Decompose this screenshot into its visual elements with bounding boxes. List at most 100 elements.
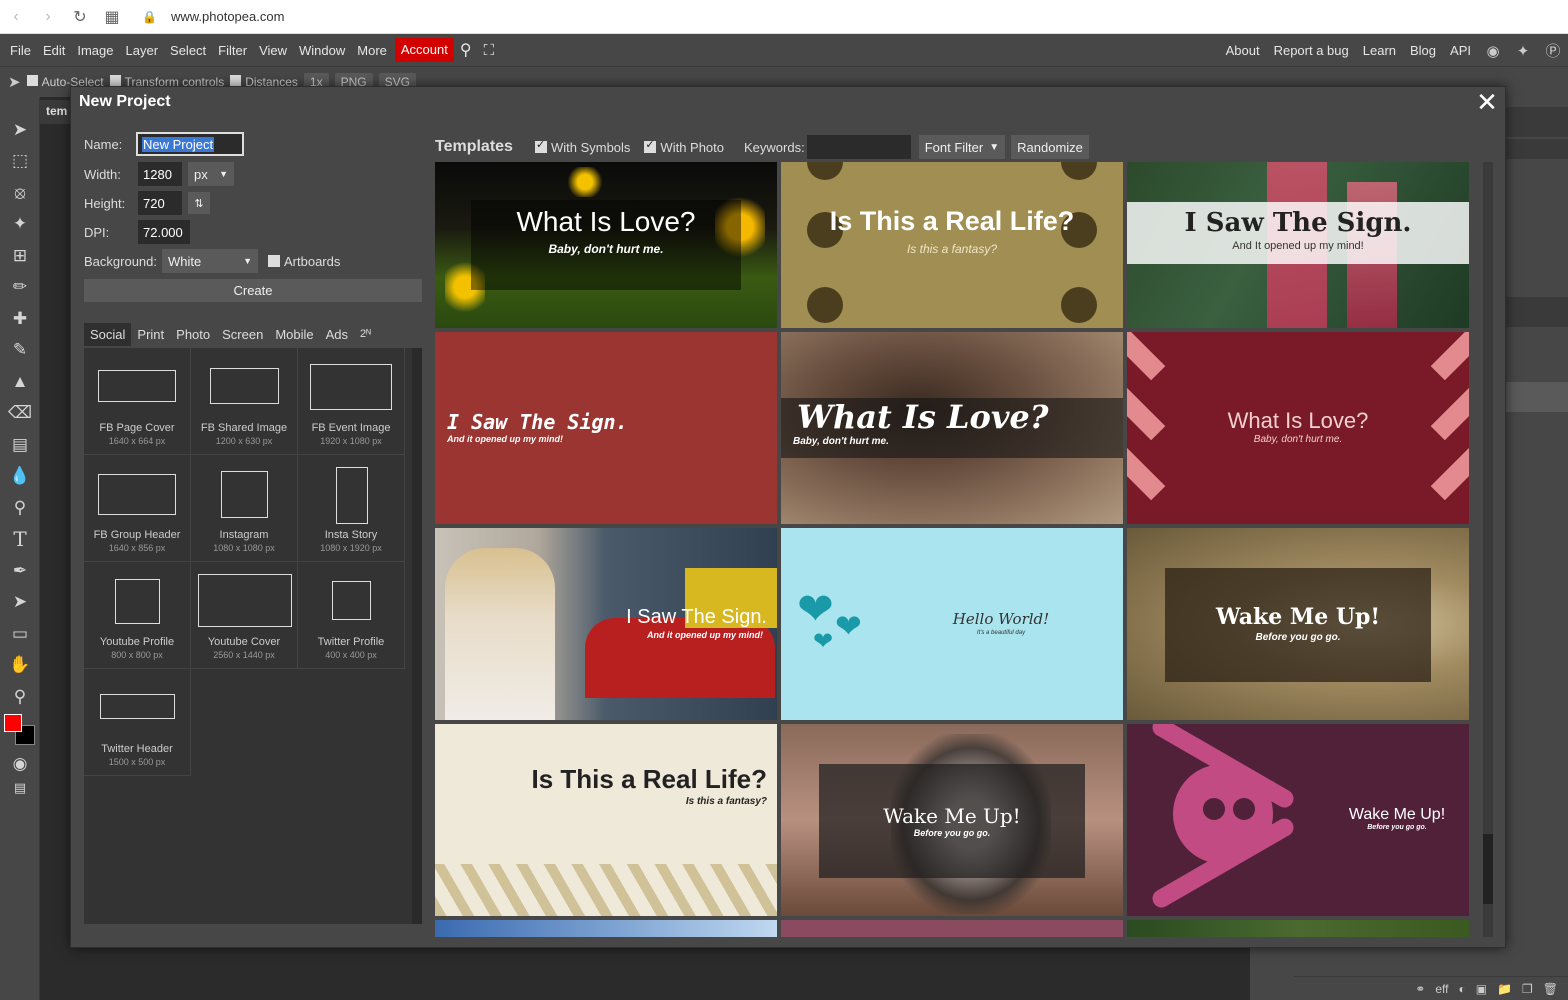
path-select-icon[interactable]: ➤ [0,587,40,619]
preset-insta-story[interactable]: Insta Story 1080 x 1920 px [298,455,405,562]
template-card[interactable] [435,920,777,937]
menu-file[interactable]: File [4,34,37,67]
menu-more[interactable]: More [351,34,393,67]
template-card[interactable]: Is This a Real Life? Is this a fantasy? [781,162,1123,328]
menu-learn[interactable]: Learn [1356,34,1403,67]
preset-fb-event-image[interactable]: FB Event Image 1920 x 1080 px [298,348,405,455]
scrollbar-thumb[interactable] [1483,834,1493,904]
marquee-tool-icon[interactable]: ⬚ [0,146,40,178]
new-layer-icon[interactable]: ❐ [1522,982,1533,996]
templates-scrollbar[interactable] [1483,162,1493,937]
create-button[interactable]: Create [84,279,422,302]
screen-mode-icon[interactable]: ▤ [0,772,40,804]
preset-scrollbar[interactable] [412,348,422,924]
randomize-button[interactable]: Randomize [1011,135,1089,159]
preset-fb-group-header[interactable]: FB Group Header 1640 x 856 px [84,455,191,562]
template-card[interactable]: Is This a Real Life? Is this a fantasy? [435,724,777,916]
tab-print[interactable]: Print [131,323,170,346]
reload-icon[interactable]: ↻ [64,0,96,34]
eraser-tool-icon[interactable]: ⌫ [0,398,40,430]
crop-tool-icon[interactable]: ⊞ [0,240,40,272]
template-card[interactable]: I Saw The Sign. And it opened up my mind… [435,528,777,720]
pen-tool-icon[interactable]: ✒ [0,555,40,587]
twitter-icon[interactable]: ✦ [1508,42,1538,60]
menu-filter[interactable]: Filter [212,34,253,67]
lasso-tool-icon[interactable]: ⦻ [0,177,40,209]
mask-icon[interactable]: ▣ [1476,982,1487,996]
apps-icon[interactable]: ▦ [96,0,128,34]
template-card[interactable]: Wake Me Up! Before you go go. [1127,724,1469,916]
menu-window[interactable]: Window [293,34,351,67]
template-card[interactable]: I Saw The Sign. And It opened up my mind… [1127,162,1469,328]
magic-wand-icon[interactable]: ✦ [0,209,40,241]
preset-instagram[interactable]: Instagram 1080 x 1080 px [191,455,298,562]
menu-image[interactable]: Image [71,34,119,67]
dpi-input[interactable]: 72.000 [138,220,190,244]
type-tool-icon[interactable]: T [0,524,40,556]
adjustment-icon[interactable]: ◐ [1458,982,1465,996]
brush-tool-icon[interactable]: ✎ [0,335,40,367]
template-card[interactable]: I Saw The Sign. And it opened up my mind… [435,332,777,524]
gradient-tool-icon[interactable]: ▤ [0,429,40,461]
trash-icon[interactable]: 🗑 [1543,982,1558,996]
fullscreen-icon[interactable]: ⛶ [478,34,501,67]
zoom-tool-icon[interactable]: ⚲ [0,681,40,713]
template-card[interactable] [781,920,1123,937]
eyedropper-icon[interactable]: ✏ [0,272,40,304]
template-card[interactable]: What Is Love? Baby, don't hurt me. [1127,332,1469,524]
preset-youtube-profile[interactable]: Youtube Profile 800 x 800 px [84,562,191,669]
tab-social[interactable]: Social [84,322,132,346]
menu-report-bug[interactable]: Report a bug [1267,34,1356,67]
menu-api[interactable]: API [1443,34,1478,67]
preset-fb-page-cover[interactable]: FB Page Cover 1640 x 664 px [84,348,191,455]
move-tool-icon[interactable]: ➤ [8,73,21,91]
template-card[interactable]: What Is Love? Baby, don't hurt me. [781,332,1123,524]
template-card[interactable]: Wake Me Up! Before you go go. [1127,528,1469,720]
swap-dimensions-icon[interactable]: ⇅ [188,192,210,214]
account-button[interactable]: Account [394,38,454,62]
back-icon[interactable]: ‹ [0,0,32,34]
font-filter-button[interactable]: Font Filter ▼ [918,135,1006,159]
effects-button[interactable]: eff [1435,982,1448,996]
reddit-icon[interactable]: ◉ [1478,42,1508,60]
healing-brush-icon[interactable]: ✚ [0,303,40,335]
artboards-option[interactable]: Artboards [268,254,340,269]
facebook-icon[interactable]: Ⓟ [1538,40,1568,61]
address-bar[interactable]: 🔒 www.photopea.com [142,9,284,24]
menu-about[interactable]: About [1219,34,1267,67]
foreground-color-swatch[interactable] [4,714,22,732]
search-icon[interactable]: ⚲ [454,34,478,67]
tab-screen[interactable]: Screen [216,323,269,346]
menu-select[interactable]: Select [164,34,212,67]
menu-layer[interactable]: Layer [120,34,165,67]
height-input[interactable]: 720 [138,191,182,215]
with-symbols-checkbox[interactable]: With Symbols [534,138,630,155]
template-card[interactable]: ❤ ❤ ❤ Hello World! It's a beautiful day [781,528,1123,720]
menu-edit[interactable]: Edit [37,34,71,67]
unit-select[interactable]: px ▼ [188,162,234,186]
move-tool-icon[interactable]: ➤ [0,114,40,146]
with-photo-checkbox[interactable]: With Photo [644,138,724,155]
preset-twitter-profile[interactable]: Twitter Profile 400 x 400 px [298,562,405,669]
template-card[interactable] [1127,920,1469,937]
background-select[interactable]: White ▼ [162,249,258,273]
tab-photo[interactable]: Photo [170,323,216,346]
name-input[interactable]: New Project [136,132,244,156]
preset-youtube-cover[interactable]: Youtube Cover 2560 x 1440 px [191,562,298,669]
template-card[interactable]: Wake Me Up! Before you go go. [781,724,1123,916]
close-icon[interactable]: ✕ [1473,87,1501,118]
tab-mobile[interactable]: Mobile [269,323,319,346]
preset-fb-shared-image[interactable]: FB Shared Image 1200 x 630 px [191,348,298,455]
menu-view[interactable]: View [253,34,293,67]
folder-icon[interactable]: 📁 [1497,982,1512,996]
blur-tool-icon[interactable]: 💧 [0,461,40,493]
menu-blog[interactable]: Blog [1403,34,1443,67]
width-input[interactable]: 1280 [138,162,182,186]
shape-tool-icon[interactable]: ▭ [0,618,40,650]
stamp-tool-icon[interactable]: ▲ [0,366,40,398]
preset-twitter-header[interactable]: Twitter Header 1500 x 500 px [84,669,191,776]
tab-ads[interactable]: Ads [320,323,354,346]
tab-power-of-two[interactable]: 2ᴺ [354,324,377,344]
forward-icon[interactable]: › [32,0,64,34]
hand-tool-icon[interactable]: ✋ [0,650,40,682]
